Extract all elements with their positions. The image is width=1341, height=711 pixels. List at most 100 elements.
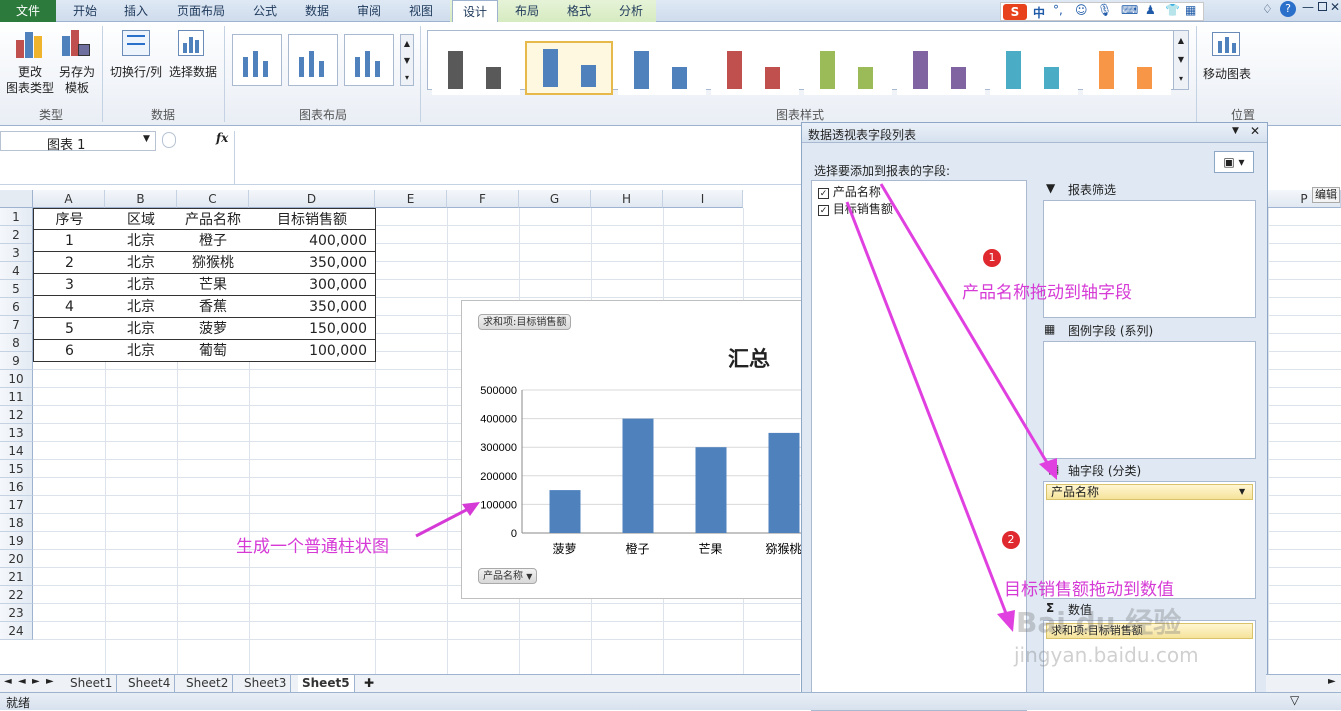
tab-insert[interactable]: 插入 (112, 0, 160, 22)
column-header[interactable]: I (663, 190, 743, 208)
column-header[interactable]: G (519, 190, 591, 208)
column-header[interactable]: A (33, 190, 105, 208)
row-header[interactable]: 15 (0, 460, 33, 478)
chart-style-3[interactable] (618, 41, 706, 95)
save-as-template-button[interactable]: 另存为 模板 (56, 64, 98, 96)
switch-row-col-button[interactable]: 切换行/列 (108, 64, 164, 80)
column-header[interactable]: C (177, 190, 249, 208)
tab-page-layout[interactable]: 页面布局 (164, 0, 238, 22)
table-cell[interactable]: 北京 (105, 230, 178, 252)
table-header-cell[interactable]: 目标销售额 (249, 208, 376, 230)
table-cell[interactable]: 北京 (105, 340, 178, 362)
select-all-corner[interactable] (0, 190, 33, 208)
table-cell[interactable]: 350,000 (249, 252, 376, 274)
table-header-cell[interactable]: 产品名称 (177, 208, 250, 230)
table-cell[interactable]: 2 (33, 252, 106, 274)
tab-layout[interactable]: 布局 (504, 0, 550, 22)
column-header[interactable]: E (375, 190, 447, 208)
ime-tools-icon[interactable]: ▦ (1185, 3, 1196, 17)
sheet-tab[interactable]: Sheet5 (298, 675, 355, 692)
chart-style-5[interactable] (804, 41, 892, 95)
row-header[interactable]: 3 (0, 244, 33, 262)
tab-file[interactable]: 文件 (0, 0, 56, 22)
table-cell[interactable]: 1 (33, 230, 106, 252)
tab-review[interactable]: 审阅 (346, 0, 392, 22)
row-header[interactable]: 5 (0, 280, 33, 298)
sheet-tab[interactable]: Sheet4 (124, 675, 176, 692)
column-header[interactable]: D (249, 190, 375, 208)
sheet-nav-first-icon[interactable]: ◄ (4, 676, 12, 687)
tab-analyze[interactable]: 分析 (608, 0, 654, 22)
formula-collapse-icon[interactable] (162, 132, 176, 148)
close-icon[interactable]: ✕ (1330, 0, 1340, 14)
insert-sheet-icon[interactable]: ✚ (364, 676, 374, 690)
row-header[interactable]: 13 (0, 424, 33, 442)
table-cell[interactable]: 葡萄 (177, 340, 250, 362)
row-header[interactable]: 1 (0, 208, 33, 226)
change-chart-type-button[interactable]: 更改 图表类型 (2, 64, 58, 96)
row-header[interactable]: 9 (0, 352, 33, 370)
table-cell[interactable]: 3 (33, 274, 106, 296)
name-box[interactable]: 图表 1 ▼ (0, 131, 156, 153)
row-header[interactable]: 16 (0, 478, 33, 496)
fx-icon[interactable]: fx (216, 131, 228, 145)
styles-gallery-scroll[interactable]: ▲ ▼ ▾ (1173, 30, 1189, 90)
sheet-tab[interactable]: Sheet1 (66, 675, 118, 692)
tab-view[interactable]: 视图 (398, 0, 444, 22)
row-header[interactable]: 14 (0, 442, 33, 460)
column-header[interactable]: F (447, 190, 519, 208)
table-cell[interactable]: 菠萝 (177, 318, 250, 340)
pivot-chart[interactable]: 求和项:目标销售额 汇总 500000 400000 300000 200000 100… (461, 300, 804, 599)
table-cell[interactable]: 北京 (105, 318, 178, 340)
tab-data[interactable]: 数据 (294, 0, 340, 22)
tab-formulas[interactable]: 公式 (242, 0, 288, 22)
table-cell[interactable]: 400,000 (249, 230, 376, 252)
chart-style-1[interactable] (432, 41, 520, 95)
row-header[interactable]: 11 (0, 388, 33, 406)
sheet-nav-next-icon[interactable]: ► (32, 676, 40, 687)
ime-voice-icon[interactable]: 🎙 (1097, 3, 1112, 17)
table-header-cell[interactable]: 区域 (105, 208, 178, 230)
ime-lang[interactable]: 中 (1033, 4, 1045, 21)
table-cell[interactable]: 香蕉 (177, 296, 250, 318)
chart-layout-1[interactable] (232, 34, 282, 86)
chart-style-4[interactable] (711, 41, 799, 95)
tab-format[interactable]: 格式 (556, 0, 602, 22)
row-header[interactable]: 10 (0, 370, 33, 388)
chart-style-6[interactable] (897, 41, 985, 95)
ribbon-collapse-icon[interactable]: ♢ (1262, 2, 1273, 16)
hscroll-right[interactable]: ► (1266, 674, 1341, 692)
sheet-nav-last-icon[interactable]: ► (46, 676, 54, 687)
layout-gallery-scroll[interactable]: ▲ ▼ ▾ (400, 34, 414, 86)
sheet-tab[interactable]: Sheet2 (182, 675, 234, 692)
chart-layout-2[interactable] (288, 34, 338, 86)
ime-keyboard-icon[interactable]: ⌨ (1121, 3, 1138, 17)
row-header[interactable]: 20 (0, 550, 33, 568)
minimize-icon[interactable]: — (1302, 0, 1314, 14)
row-header[interactable]: 24 (0, 622, 33, 640)
chart-layout-3[interactable] (344, 34, 394, 86)
name-box-dropdown-icon[interactable]: ▼ (143, 134, 150, 144)
row-header[interactable]: 18 (0, 514, 33, 532)
help-icon[interactable]: ? (1280, 1, 1296, 17)
row-header[interactable]: 17 (0, 496, 33, 514)
row-header[interactable]: 19 (0, 532, 33, 550)
row-header[interactable]: 7 (0, 316, 33, 334)
table-cell[interactable]: 6 (33, 340, 106, 362)
ime-punct-icon[interactable]: °, (1053, 3, 1063, 17)
column-header[interactable]: H (591, 190, 663, 208)
chart-style-2[interactable] (525, 41, 613, 95)
table-header-cell[interactable]: 序号 (33, 208, 106, 230)
ime-user-icon[interactable]: ♟ (1145, 3, 1156, 17)
table-cell[interactable]: 北京 (105, 252, 178, 274)
table-cell[interactable]: 猕猴桃 (177, 252, 250, 274)
table-cell[interactable]: 350,000 (249, 296, 376, 318)
table-cell[interactable]: 北京 (105, 274, 178, 296)
table-cell[interactable]: 150,000 (249, 318, 376, 340)
row-header[interactable]: 6 (0, 298, 33, 316)
tab-home[interactable]: 开始 (60, 0, 110, 22)
row-header[interactable]: 8 (0, 334, 33, 352)
chart-style-7[interactable] (990, 41, 1078, 95)
table-cell[interactable]: 100,000 (249, 340, 376, 362)
ime-skin-icon[interactable]: 👕 (1165, 3, 1180, 17)
